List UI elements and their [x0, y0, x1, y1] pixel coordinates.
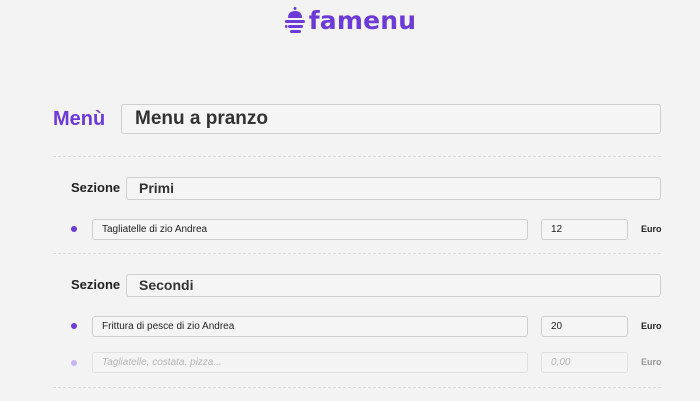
- item-bullet: [71, 323, 77, 329]
- divider: [53, 387, 661, 388]
- new-item-bullet: [71, 360, 77, 366]
- item-price-input[interactable]: 20: [541, 316, 628, 337]
- currency-label: Euro: [641, 321, 662, 331]
- item-name-input[interactable]: Tagliatelle di zio Andrea: [92, 219, 528, 240]
- currency-label: Euro: [641, 224, 662, 234]
- menu-name-input[interactable]: Menu a pranzo: [121, 104, 661, 134]
- currency-label: Euro: [641, 357, 662, 367]
- brand-name: famenu: [308, 6, 417, 35]
- item-bullet: [71, 226, 77, 232]
- item-name-input[interactable]: Frittura di pesce di zio Andrea: [92, 316, 528, 337]
- menu-label: Menù: [53, 108, 106, 130]
- new-item-price-input[interactable]: 0,00: [541, 352, 628, 373]
- divider: [53, 156, 661, 157]
- item-price-input[interactable]: 12: [541, 219, 628, 240]
- burger-icon: [284, 7, 305, 33]
- section-label: Sezione: [71, 277, 121, 292]
- section-name-input[interactable]: Secondi: [126, 274, 661, 297]
- divider: [53, 253, 661, 254]
- brand-logo: famenu: [0, 6, 700, 36]
- section-label: Sezione: [71, 180, 121, 195]
- new-item-name-input[interactable]: Tagliatelle, costata, pizza...: [92, 352, 528, 373]
- menu-editor-page: famenu Menù Menu a pranzo Sezione Primi …: [0, 0, 700, 401]
- section-name-input[interactable]: Primi: [126, 177, 661, 200]
